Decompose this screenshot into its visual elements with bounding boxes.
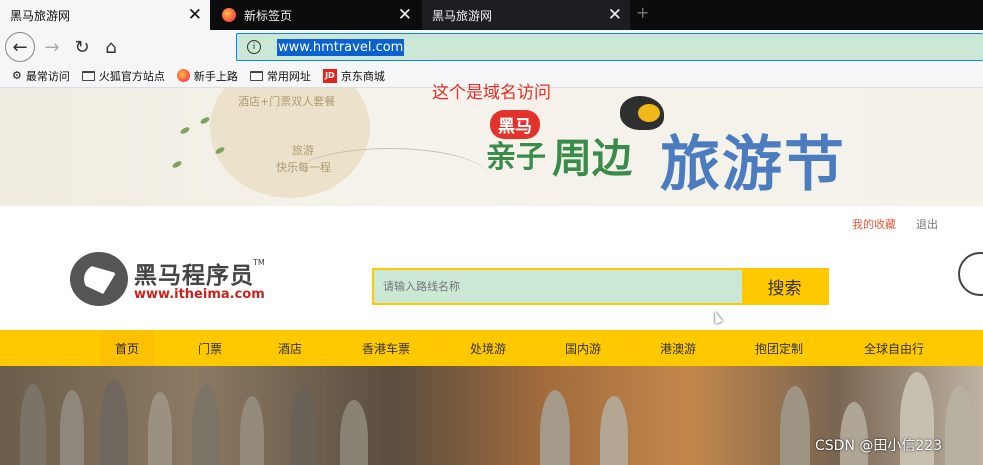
logo-url: www.itheima.com: [134, 287, 265, 302]
main-nav: 首页 门票 酒店 香港车票 处境游 国内游 港澳游 抱团定制 全球自由行: [0, 330, 983, 366]
promo-banner[interactable]: 酒店+门票双人套餐 旅游 快乐每一程 黑马 亲子 周边 旅游节: [0, 88, 983, 206]
search-input[interactable]: [374, 270, 744, 303]
logout-link[interactable]: 退出: [916, 216, 938, 232]
folder-icon: [249, 70, 263, 81]
close-tab-icon[interactable]: ✕: [398, 5, 412, 25]
bookmark-label: 常用网址: [266, 69, 311, 83]
hotline-icon: [958, 252, 983, 296]
tab-label: 黑马旅游网: [10, 8, 71, 23]
navigation-bar: ← → ↻ ⌂ i www.hmtravel.com: [0, 30, 983, 64]
search-button[interactable]: 搜索: [742, 270, 827, 303]
bookmark-jd[interactable]: JD 京东商城: [322, 68, 385, 84]
bookmark-most-visited[interactable]: ⚙ 最常访问: [12, 68, 70, 84]
tab-strip: 黑马旅游网 ✕ 新标签页 ✕ 黑马旅游网 ✕ +: [0, 0, 983, 30]
firefox-icon: [222, 8, 236, 22]
info-icon[interactable]: i: [247, 40, 261, 54]
leaf-decoration: [171, 159, 183, 170]
toucan-illustration: [620, 96, 664, 130]
close-tab-icon[interactable]: ✕: [188, 5, 202, 25]
new-tab-icon[interactable]: +: [636, 3, 649, 22]
horse-logo-icon[interactable]: [70, 252, 128, 306]
search-box: 搜索: [372, 268, 829, 305]
nav-item-group-custom[interactable]: 抱团定制: [744, 330, 814, 366]
logo-text[interactable]: 黑马程序员: [134, 256, 254, 290]
bookmark-label: 火狐官方站点: [98, 69, 165, 83]
bookmark-common-sites[interactable]: 常用网址: [249, 68, 311, 84]
tab-hmtravel-active[interactable]: 黑马旅游网 ✕: [0, 0, 210, 30]
gear-icon: ⚙: [12, 69, 22, 82]
my-favorites-link[interactable]: 我的收藏: [852, 216, 896, 232]
bookmark-label: 新手上路: [193, 69, 238, 83]
tab-hmtravel[interactable]: 黑马旅游网 ✕: [422, 0, 630, 30]
firefox-icon: [176, 69, 190, 82]
logo-trademark: TM: [253, 258, 265, 267]
banner-tag: 旅游: [292, 144, 314, 157]
home-icon[interactable]: ⌂: [96, 32, 126, 62]
bookmark-label: 最常访问: [25, 69, 70, 83]
banner-decoration: [290, 148, 490, 206]
nav-item-hk-bus[interactable]: 香港车票: [352, 330, 420, 366]
bookmark-firefox-official[interactable]: 火狐官方站点: [81, 68, 165, 84]
leaf-decoration: [179, 125, 191, 136]
tab-label: 新标签页: [244, 8, 293, 23]
jd-icon: JD: [322, 68, 337, 83]
banner-slogan: 亲子: [486, 140, 546, 175]
bookmark-getting-started[interactable]: 新手上路: [176, 68, 238, 84]
tab-new[interactable]: 新标签页 ✕: [212, 0, 420, 30]
tab-label: 黑马旅游网: [432, 8, 493, 23]
nav-item-domestic[interactable]: 国内游: [553, 330, 613, 366]
nav-item-outbound[interactable]: 处境游: [458, 330, 518, 366]
banner-tag: 快乐每一程: [276, 161, 331, 174]
back-arrow-icon[interactable]: ←: [5, 32, 35, 62]
url-text[interactable]: www.hmtravel.com: [277, 38, 405, 56]
close-tab-icon[interactable]: ✕: [608, 5, 622, 25]
nav-item-hk-macau[interactable]: 港澳游: [648, 330, 708, 366]
site-header: 我的收藏 退出 黑马程序员 TM www.itheima.com 搜索: [0, 206, 983, 330]
banner-promo-text: 酒店+门票双人套餐: [238, 95, 336, 108]
bookmark-label: 京东商城: [340, 69, 385, 83]
banner-slogan-main: 旅游节: [660, 130, 846, 200]
watermark: CSDN @田小信223: [815, 438, 943, 454]
banner-slogan: 周边: [552, 136, 632, 182]
nav-item-hotel[interactable]: 酒店: [263, 330, 317, 366]
annotation-text: 这个是域名访问: [432, 83, 551, 103]
url-bar[interactable]: i www.hmtravel.com: [236, 33, 983, 61]
folder-icon: [81, 70, 95, 81]
nav-item-global-free[interactable]: 全球自由行: [852, 330, 936, 366]
nav-item-tickets[interactable]: 门票: [183, 330, 237, 366]
forward-arrow-icon[interactable]: →: [37, 32, 67, 62]
nav-item-home[interactable]: 首页: [100, 330, 154, 366]
leaf-decoration: [199, 115, 211, 126]
reload-icon[interactable]: ↻: [67, 32, 97, 62]
